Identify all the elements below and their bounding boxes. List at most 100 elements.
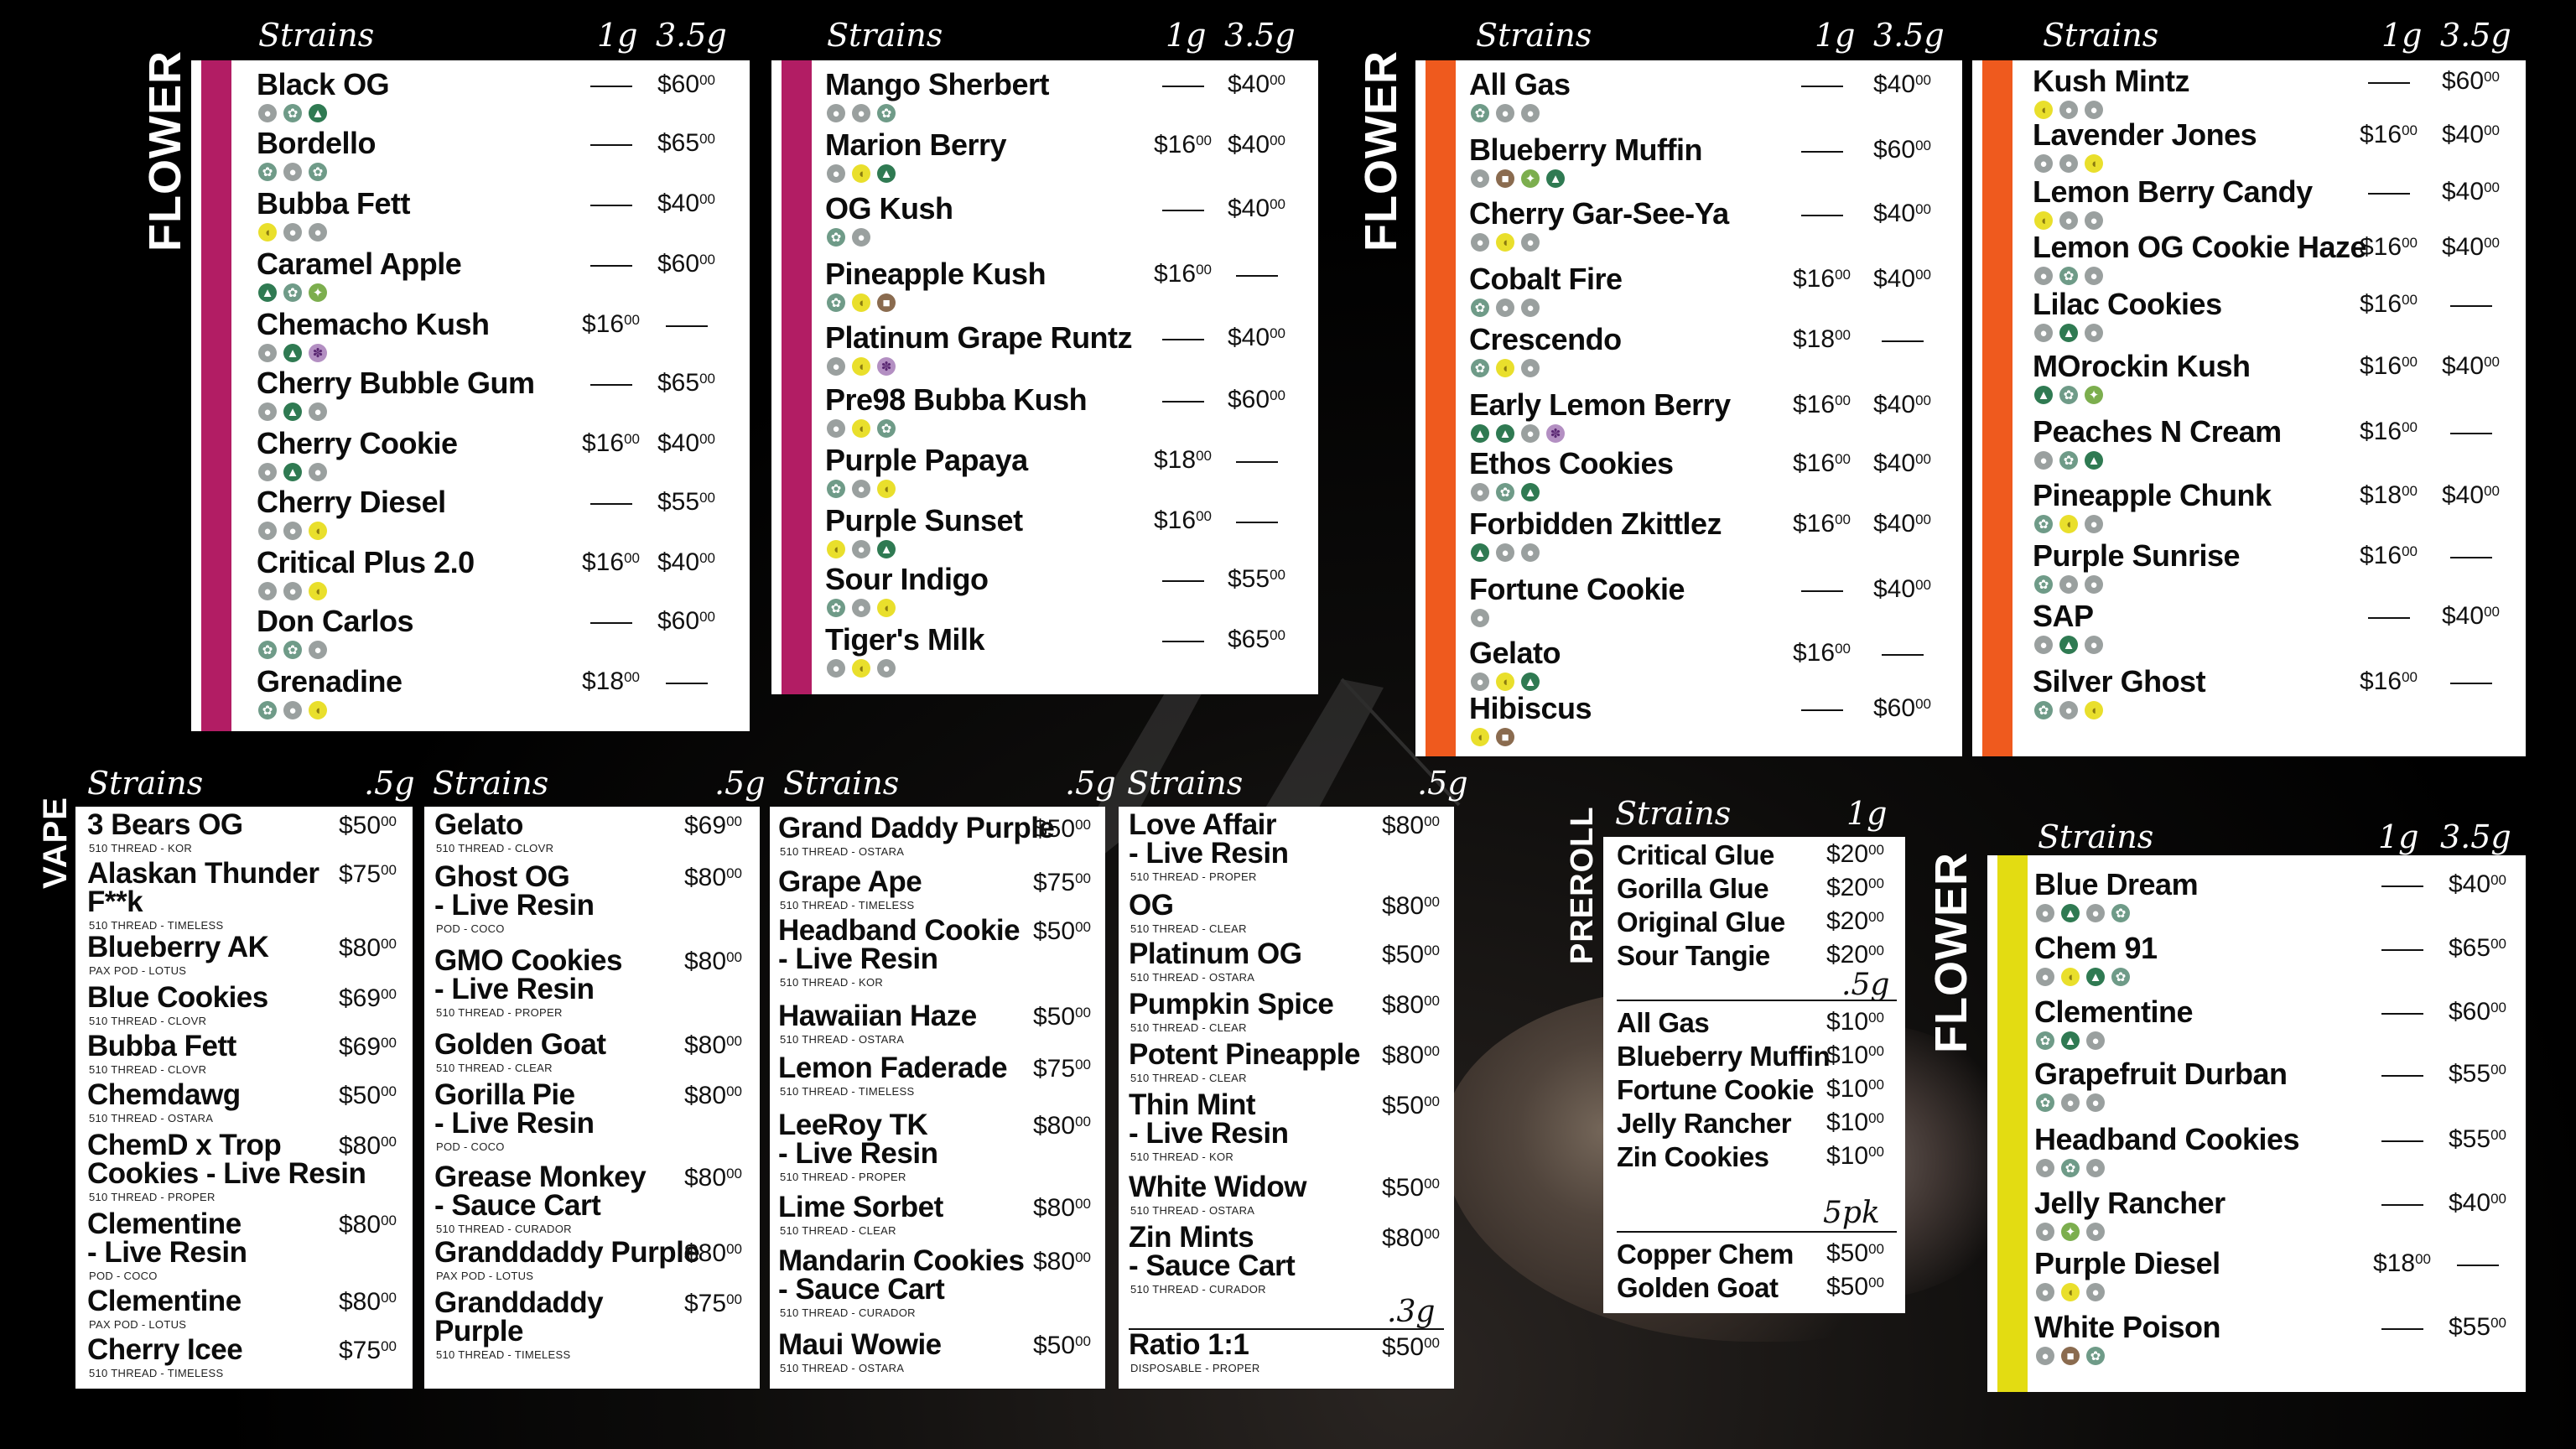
vape-name: Gelato (434, 808, 523, 841)
pepper-terpene-icon: ● (2086, 1093, 2105, 1112)
pepper-terpene-icon: ● (2086, 1283, 2105, 1301)
price-value: $80 (1382, 812, 1425, 839)
price-3-5g: $4000 (2449, 1189, 2506, 1218)
category-strip: HYBRID (1982, 60, 2034, 756)
price-3-5g: $6500 (657, 129, 715, 158)
price-value: $16 (1793, 391, 1836, 418)
price-value: $55 (2449, 1060, 2491, 1088)
vape-name-line2: - Live Resin (778, 943, 938, 975)
pepper-terpene-icon: ● (2036, 1347, 2054, 1365)
column-header: Strains .5g (1127, 765, 1468, 802)
terpene-icons: ● ● ✿ (827, 104, 896, 122)
pepper-terpene-icon: ● (2085, 101, 2103, 119)
pepper-terpene-icon: ● (283, 163, 302, 181)
price-value: $80 (339, 1288, 382, 1316)
price-1g: $1600 (1793, 449, 1851, 478)
price-cents: 00 (1075, 817, 1091, 833)
pepper-terpene-icon: ● (1471, 673, 1489, 691)
pepper-terpene-icon: ● (2036, 1159, 2054, 1177)
hops-terpene-icon: ✿ (827, 293, 845, 312)
price-value: $80 (339, 1132, 382, 1160)
price-cents: 00 (726, 1241, 742, 1257)
vape-section-label: VAPE (37, 797, 74, 889)
terpene-icons: ✿ ● ● (1471, 299, 1540, 317)
terpene-icons: ● ◖ ● (2036, 1283, 2105, 1301)
price-cents: 00 (1270, 72, 1285, 88)
flower-menu-card: HYBRID All Gas ✿ ● ● $4000 Blueberry Muffin ● ■ ✦… (1415, 60, 1962, 756)
price-cents: 00 (2402, 669, 2418, 685)
pepper-terpene-icon: ● (2085, 515, 2103, 533)
vape-name: Bubba Fett (87, 1030, 236, 1062)
price-3-5g: $4000 (1228, 324, 1285, 352)
vape-hardware: 510 THREAD - OSTARA (89, 1112, 214, 1124)
price-value: $40 (1873, 449, 1916, 477)
vape-name-line2: - Live Resin (778, 1137, 938, 1170)
strain-name: Grenadine (257, 664, 402, 699)
terpene-icons: ● ✿ ● (2036, 1159, 2105, 1177)
vape-name: Hawaiian Haze (778, 1000, 977, 1032)
hops-terpene-icon: ✿ (1471, 104, 1489, 122)
hops-terpene-icon: ✿ (2034, 701, 2053, 719)
price-value: $50 (1826, 1273, 1869, 1301)
price-half-gram: $8000 (1382, 892, 1440, 921)
vape-name: Ghost OG (434, 860, 570, 893)
lavender-terpene-icon: ✽ (1546, 424, 1565, 443)
header-strains: Strains (1615, 795, 1732, 832)
price-value: $55 (657, 488, 700, 516)
vape-name: Platinum OG (1129, 937, 1302, 970)
price-1g: $1800 (1154, 446, 1212, 475)
pepper-terpene-icon: ● (852, 228, 870, 247)
terpene-icons: ● ✦ ● (2036, 1223, 2105, 1241)
lemon-terpene-icon: ◖ (852, 357, 870, 376)
lemon-terpene-icon: ◖ (1496, 673, 1514, 691)
strain-name: Bubba Fett (257, 186, 410, 221)
strain-name: Pineapple Kush (825, 257, 1046, 291)
price-value: $60 (2442, 67, 2485, 95)
pine-terpene-icon: ▲ (258, 283, 277, 302)
vape-hardware: 510 THREAD - KOR (780, 976, 884, 989)
preroll-name: Copper Chem (1617, 1239, 1794, 1270)
pepper-terpene-icon: ● (309, 402, 327, 421)
price-half-gram: $5000 (1382, 1092, 1440, 1120)
header-3-5g: 3.5g (1873, 17, 1945, 54)
price-value: $16 (1793, 265, 1836, 293)
pepper-terpene-icon: ● (827, 659, 845, 678)
price-value: $16 (1154, 506, 1197, 534)
lemon-terpene-icon: ◖ (2059, 515, 2078, 533)
pepper-terpene-icon: ● (1521, 359, 1540, 377)
price-half-gram: $8000 (1382, 991, 1440, 1020)
pepper-terpene-icon: ● (309, 223, 327, 242)
strain-name: Jelly Rancher (2034, 1186, 2225, 1220)
vape-hardware: 510 THREAD - CURADOR (780, 1306, 916, 1319)
terpene-icons: ● (1471, 609, 1489, 627)
price-dash (2381, 1328, 2423, 1330)
vape-name-line2: - Live Resin (87, 1236, 247, 1269)
vape-name: ChemD x Trop (87, 1129, 282, 1161)
vape-name-line2: - Live Resin (434, 973, 595, 1005)
terpene-icons: ● ▲ ● (258, 463, 327, 481)
price-3-5g: $6000 (2449, 998, 2506, 1026)
flower-section-label: FLOWER (140, 50, 190, 252)
terpene-icons: ● ◖ ✿ (827, 419, 896, 438)
preroll-price: $2000 (1826, 874, 1884, 902)
header-1g: 1g (2381, 17, 2423, 54)
pepper-terpene-icon: ● (258, 344, 277, 362)
price-value: $50 (339, 1082, 382, 1109)
vape-hardware: 510 THREAD - PROPER (89, 1191, 216, 1203)
pepper-terpene-icon: ● (258, 402, 277, 421)
pepper-terpene-icon: ● (1496, 299, 1514, 317)
header-strains: Strains (827, 17, 943, 54)
pepper-terpene-icon: ● (2036, 1283, 2054, 1301)
price-cents: 00 (2490, 872, 2506, 888)
price-cents: 00 (699, 371, 715, 387)
price-dash (590, 503, 632, 505)
price-dash (1236, 522, 1278, 523)
terpene-icons: ● ▲ ✽ (258, 344, 327, 362)
vape-hardware: 510 THREAD - CLOVR (436, 842, 554, 854)
price-cents: 00 (699, 252, 715, 267)
price-cents: 00 (1915, 138, 1931, 153)
price-cents: 00 (1075, 1005, 1091, 1021)
price-half-gram: $8000 (339, 1132, 397, 1161)
price-3-5g: $4000 (657, 548, 715, 577)
price-1g: $1600 (1154, 131, 1212, 159)
